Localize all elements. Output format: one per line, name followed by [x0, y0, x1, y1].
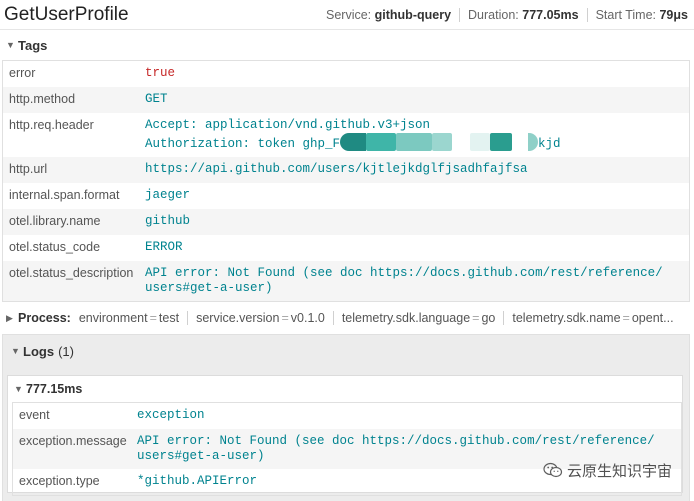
tags-label: Tags — [18, 37, 48, 53]
divider — [586, 7, 588, 22]
tag-row: internal.span.format jaeger — [3, 183, 689, 209]
log-field-key: exception.type — [19, 474, 100, 488]
tag-value: true — [145, 66, 176, 80]
tag-row: http.url https://api.github.com/users/kj… — [3, 157, 689, 183]
tag-key: http.method — [9, 92, 76, 106]
start-time-value: 79μs — [659, 7, 688, 22]
redaction-block — [396, 133, 433, 151]
service-meta: Service: github-query — [326, 8, 451, 22]
tag-value: https://api.github.com/users/kjtlejkdglf… — [145, 162, 528, 176]
log-field-value: exception — [137, 408, 205, 422]
process-tag-key: telemetry.sdk.name — [512, 311, 621, 325]
redaction-block — [512, 133, 529, 151]
header-token-suffix: kjd — [538, 137, 561, 151]
tag-value: ERROR — [145, 240, 183, 254]
watermark-text: 云原生知识宇宙 — [566, 463, 672, 480]
divider — [503, 311, 505, 325]
process-tag: telemetry.sdk.name = opent... — [512, 311, 674, 325]
duration-value: 777.05ms — [522, 7, 579, 22]
chevron-down-icon: ▼ — [6, 40, 15, 50]
watermark: 云原生知识宇宙 — [543, 460, 672, 481]
tag-row: otel.status_code ERROR — [3, 235, 689, 261]
wechat-icon — [543, 462, 563, 479]
divider — [332, 311, 334, 325]
logs-toggle[interactable]: ▼ Logs (1) — [3, 335, 689, 367]
process-toggle[interactable]: ▶ Process: environment = test service.vers… — [0, 302, 694, 334]
tag-key: error — [9, 66, 36, 80]
process-tag-value: go — [481, 311, 496, 325]
process-tag-key: telemetry.sdk.language — [341, 311, 471, 325]
redaction-block — [528, 133, 539, 151]
log-field-key: exception.message — [19, 434, 127, 448]
process-tag-value: test — [158, 311, 180, 325]
tag-value: Accept: application/vnd.github.v3+json A… — [145, 118, 561, 152]
divider — [459, 7, 461, 22]
start-time-label: Start Time: — [595, 7, 656, 22]
tags-toggle[interactable]: ▼ Tags — [0, 30, 694, 60]
chevron-right-icon: ▶ — [6, 312, 13, 323]
tag-row: otel.status_description API error: Not F… — [3, 261, 689, 301]
span-meta: Service: github-query Duration: 777.05ms… — [326, 7, 688, 22]
chevron-down-icon: ▼ — [14, 384, 23, 394]
tag-key: otel.status_description — [9, 266, 134, 280]
log-entry-toggle[interactable]: ▼ 777.15ms — [8, 376, 682, 402]
tag-key: http.url — [9, 162, 48, 176]
tag-key: http.req.header — [9, 118, 94, 132]
duration-label: Duration: — [468, 7, 519, 22]
process-label: Process: — [18, 311, 71, 325]
process-tag: service.version = v0.1.0 — [196, 311, 325, 325]
process-tag: telemetry.sdk.language = go — [341, 311, 496, 325]
log-field-key: event — [19, 408, 50, 422]
span-header: GetUserProfile Service: github-query Dur… — [0, 0, 694, 30]
process-tag-value: opent... — [631, 311, 674, 325]
divider — [187, 311, 189, 325]
redaction-block — [470, 133, 491, 151]
process-tag: environment = test — [78, 311, 180, 325]
start-time-meta: Start Time: 79μs — [596, 8, 688, 22]
duration-meta: Duration: 777.05ms — [468, 8, 579, 22]
tag-key: internal.span.format — [9, 188, 120, 202]
log-timestamp: 777.15ms — [26, 382, 83, 396]
chevron-down-icon: ▼ — [11, 346, 20, 356]
redaction-block — [366, 133, 397, 151]
tag-row: error true — [3, 61, 689, 87]
log-field-row: event exception — [13, 403, 681, 429]
logs-label: Logs — [23, 343, 55, 359]
process-tag-key: environment — [78, 311, 148, 325]
tag-row: otel.library.name github — [3, 209, 689, 235]
tag-value: API error: Not Found (see doc https://do… — [145, 266, 663, 295]
redaction-block — [340, 133, 367, 151]
redaction-block — [490, 133, 513, 151]
redaction-block — [452, 133, 471, 151]
tag-value: github — [145, 214, 191, 228]
tag-key: otel.status_code — [9, 240, 101, 254]
redaction-block — [432, 133, 453, 151]
process-tag-key: service.version — [196, 311, 280, 325]
log-fields-table: event exception exception.message API er… — [12, 402, 682, 496]
tag-value: jaeger — [145, 188, 191, 202]
service-label: Service: — [326, 7, 372, 22]
tag-value: GET — [145, 92, 168, 106]
tags-table: error true http.method GET http.req.head… — [2, 60, 690, 302]
header-accept: Accept: application/vnd.github.v3+json — [145, 118, 431, 132]
header-authorization: Authorization: token ghp_F — [145, 137, 341, 151]
logs-count: (1) — [58, 343, 74, 359]
tag-row: http.req.header Accept: application/vnd.… — [3, 113, 689, 157]
log-field-value: *github.APIError — [137, 474, 258, 488]
span-title: GetUserProfile — [4, 3, 129, 25]
tag-key: otel.library.name — [9, 214, 101, 228]
service-value: github-query — [374, 7, 452, 22]
process-tag-value: v0.1.0 — [290, 311, 325, 325]
tag-row: http.method GET — [3, 87, 689, 113]
